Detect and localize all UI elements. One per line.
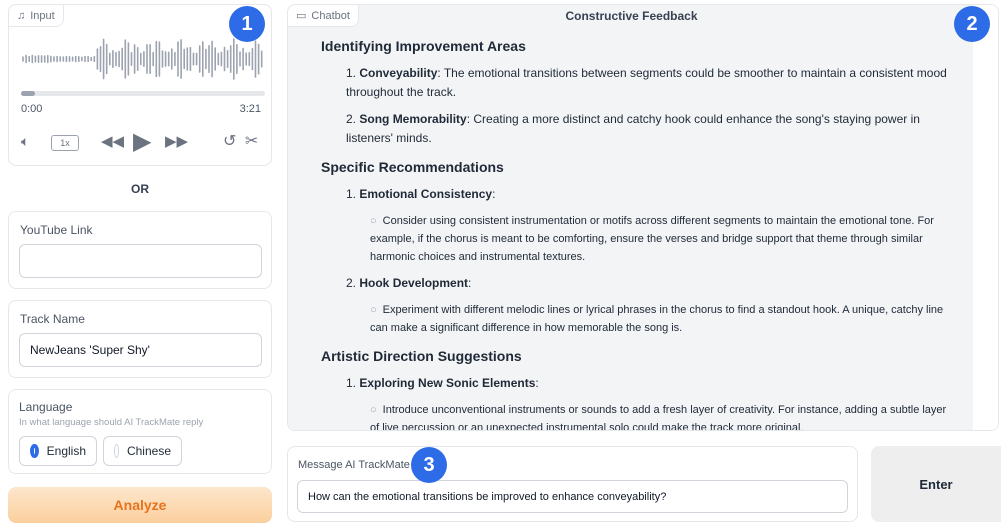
volume-icon[interactable]: 🔈︎ xyxy=(21,133,29,150)
sub-list-item: ○ Experiment with different melodic lines… xyxy=(370,304,944,334)
heading-artistic-direction: Artistic Direction Suggestions xyxy=(321,348,522,364)
track-name-value: NewJeans 'Super Shy' xyxy=(30,343,150,357)
badge-2: 2 xyxy=(954,6,990,42)
time-end: 3:21 xyxy=(239,103,261,115)
list-item: 1. Exploring New Sonic Elements: xyxy=(346,376,539,390)
youtube-link-input[interactable] xyxy=(19,244,262,278)
heading-recommendations: Specific Recommendations xyxy=(321,159,504,175)
chatbot-tag: ▭ Chatbot xyxy=(288,5,359,27)
list-item: 1. Conveyability: The emotional transiti… xyxy=(346,66,947,99)
message-input[interactable]: How can the emotional transitions be imp… xyxy=(297,480,848,513)
fast-forward-icon[interactable]: ▶▶ xyxy=(165,132,188,150)
youtube-link-panel: YouTube Link xyxy=(8,211,272,289)
play-icon[interactable]: ▶ xyxy=(133,127,151,156)
youtube-link-label: YouTube Link xyxy=(20,223,93,237)
undo-icon[interactable]: ↺ xyxy=(223,131,236,151)
language-label: Language xyxy=(19,400,73,414)
list-item: 2. Hook Development: xyxy=(346,276,472,290)
scissors-icon[interactable]: ✂ xyxy=(245,131,258,151)
speed-button[interactable]: 1x xyxy=(51,135,79,151)
enter-button[interactable]: Enter xyxy=(871,446,1001,522)
badge-3: 3 xyxy=(411,447,447,483)
enter-label: Enter xyxy=(919,476,953,492)
bullet-icon: ○ xyxy=(370,404,377,416)
track-name-label: Track Name xyxy=(20,312,85,326)
radio-chinese-label: Chinese xyxy=(126,444,171,458)
progress-thumb[interactable] xyxy=(21,91,35,96)
chat-bubble-icon: ▭ xyxy=(296,10,307,22)
analyze-label: Analyze xyxy=(113,497,167,513)
radio-dot-chinese xyxy=(114,444,119,458)
chat-scrollbar[interactable] xyxy=(973,5,998,430)
feedback-title: Constructive Feedback xyxy=(565,9,698,23)
bullet-icon: ○ xyxy=(370,215,377,227)
radio-english[interactable]: English xyxy=(19,436,97,466)
time-start: 0:00 xyxy=(21,103,43,115)
input-tag: ♫ Input xyxy=(9,5,64,27)
message-value: How can the emotional transitions be imp… xyxy=(308,490,667,503)
progress-track[interactable] xyxy=(21,91,265,96)
list-item: 2. Song Memorability: Creating a more di… xyxy=(346,112,920,145)
list-item: 1. Emotional Consistency: xyxy=(346,187,496,201)
heading-improvement-areas: Identifying Improvement Areas xyxy=(321,38,526,54)
track-name-panel: Track Name NewJeans 'Super Shy' xyxy=(8,300,272,378)
radio-english-label: English xyxy=(46,444,86,458)
sub-list-item: ○ Introduce unconventional instruments or… xyxy=(370,404,947,431)
message-label: Message AI TrackMate xyxy=(298,459,410,471)
badge-1: 1 xyxy=(229,6,265,42)
message-panel: Message AI TrackMate How can the emotion… xyxy=(287,446,858,522)
speed-label: 1x xyxy=(60,138,70,148)
music-note-icon: ♫ xyxy=(17,9,26,22)
chatbot-panel: Constructive Feedback Identifying Improv… xyxy=(287,4,999,431)
chatbot-tag-label: Chatbot xyxy=(311,9,350,22)
waveform[interactable] xyxy=(21,33,265,85)
rewind-icon[interactable]: ◀◀ xyxy=(101,132,124,150)
input-tag-label: Input xyxy=(30,9,55,22)
bot-message: Constructive Feedback Identifying Improv… xyxy=(288,5,975,431)
bullet-icon: ○ xyxy=(370,304,377,316)
language-hint: In what language should AI TrackMate rep… xyxy=(19,417,204,428)
sub-list-item: ○ Consider using consistent instrumentati… xyxy=(370,215,934,263)
track-name-input[interactable]: NewJeans 'Super Shy' xyxy=(19,333,262,367)
or-divider: OR xyxy=(131,182,149,196)
radio-chinese[interactable]: Chinese xyxy=(103,436,182,466)
radio-dot-english xyxy=(30,444,39,458)
analyze-button[interactable]: Analyze xyxy=(8,487,272,523)
